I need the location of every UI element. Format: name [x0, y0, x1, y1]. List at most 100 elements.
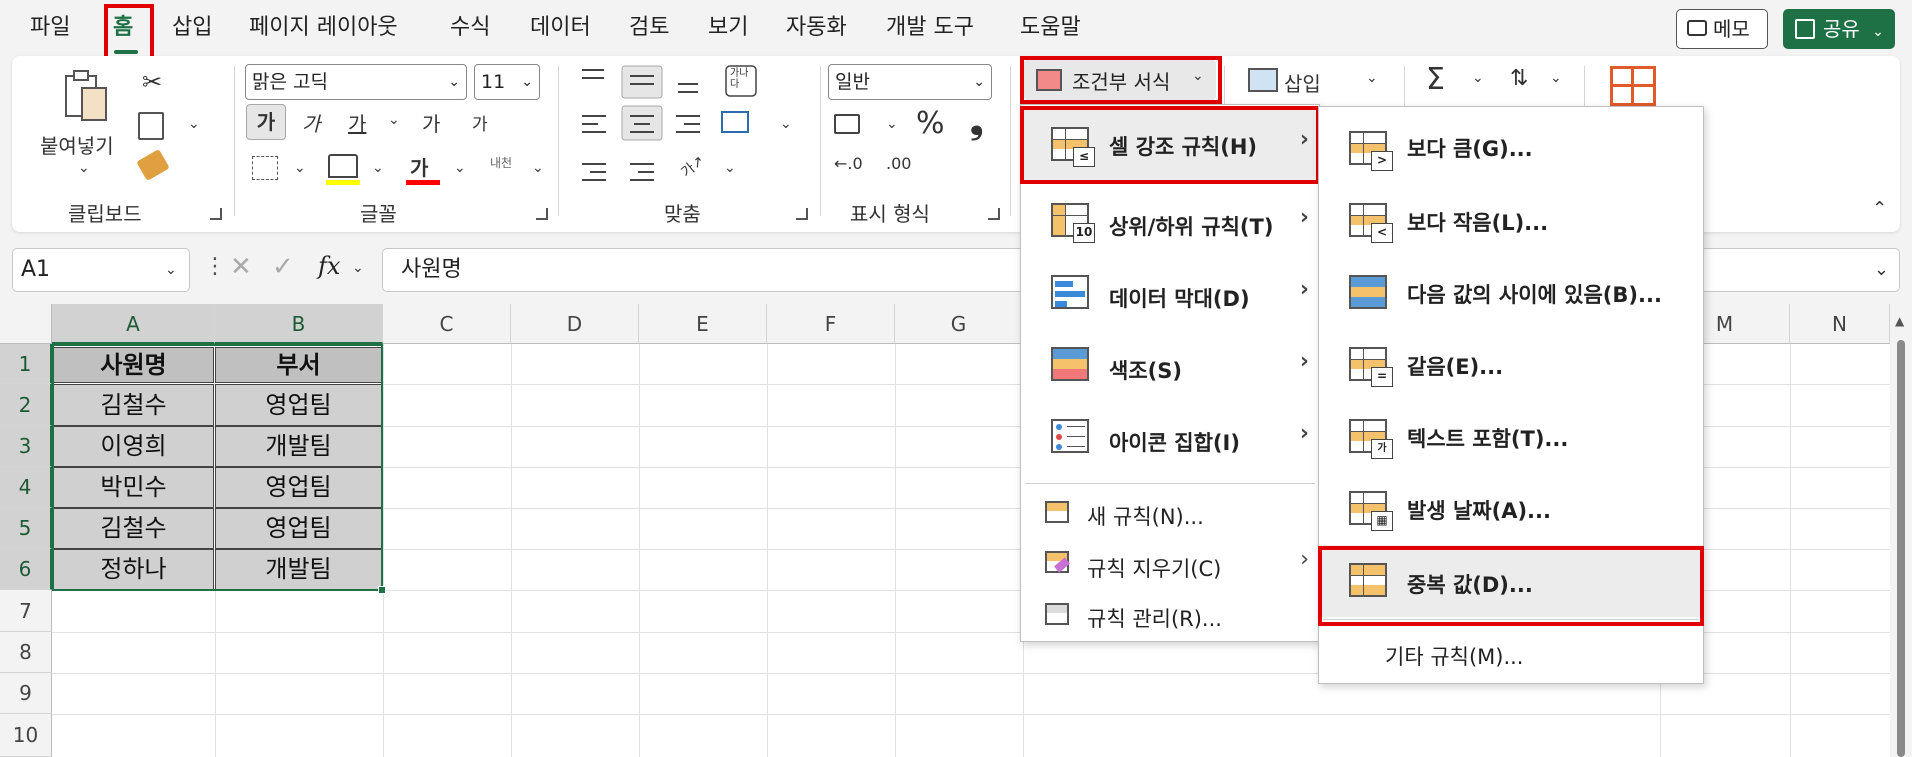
menu-item-less-than[interactable]: < 보다 작음(L)... [1319, 183, 1703, 255]
row-header-3[interactable]: 3 [0, 426, 52, 467]
sort-filter-dropdown[interactable]: ⌄ [1550, 70, 1562, 86]
menu-item-text-contains[interactable]: 가 텍스트 포함(T)... [1319, 399, 1703, 471]
insert-cells-icon[interactable] [1248, 68, 1278, 92]
more-options-icon[interactable]: ⋮ [204, 254, 226, 279]
menu-item-clear-rules[interactable]: 규칙 지우기(C) › [1021, 539, 1319, 591]
border-icon[interactable] [252, 156, 278, 180]
fill-color-dropdown[interactable]: ⌄ [372, 160, 384, 176]
shrink-font-button[interactable]: 가 [472, 110, 488, 135]
enter-icon[interactable]: ✓ [272, 252, 294, 282]
font-size-combo[interactable]: 11 ⌄ [474, 64, 540, 100]
font-color-button[interactable]: 가 [410, 152, 428, 181]
row-header-7[interactable]: 7 [0, 590, 52, 632]
cell-b4[interactable]: 영업팀 [215, 467, 382, 508]
font-launcher[interactable] [536, 208, 548, 220]
decrease-decimal-button[interactable]: .00 [886, 156, 911, 172]
column-header-c[interactable]: C [383, 304, 511, 344]
insert-function-button[interactable]: fx [318, 252, 340, 280]
font-name-combo[interactable]: 맑은 고딕 ⌄ [245, 64, 467, 100]
add-ins-icon[interactable] [1610, 66, 1656, 106]
column-header-d[interactable]: D [511, 304, 639, 344]
column-header-b[interactable]: B [215, 304, 383, 344]
currency-icon[interactable] [834, 114, 860, 134]
tab-file[interactable]: 파일 [30, 10, 70, 46]
menu-item-icon-sets[interactable]: 아이콘 집합(I) › [1021, 401, 1319, 473]
font-color-dropdown[interactable]: ⌄ [454, 160, 466, 176]
row-header-6[interactable]: 6 [0, 549, 52, 590]
row-header-4[interactable]: 4 [0, 467, 52, 508]
cancel-icon[interactable]: ✕ [230, 252, 252, 282]
menu-item-equal-to[interactable]: = 같음(E)... [1319, 327, 1703, 399]
tab-automate[interactable]: 자동화 [786, 10, 847, 46]
orientation-button[interactable]: 가나다 [730, 68, 756, 90]
menu-item-manage-rules[interactable]: 규칙 관리(R)... [1021, 591, 1319, 641]
column-header-g[interactable]: G [895, 304, 1023, 344]
menu-item-between[interactable]: 다음 값의 사이에 있음(B)... [1319, 255, 1703, 327]
paste-dropdown[interactable]: ⌄ [78, 160, 90, 176]
tab-developer[interactable]: 개발 도구 [886, 10, 974, 46]
underline-button[interactable]: 가 [348, 108, 366, 137]
cut-icon[interactable]: ✂ [142, 68, 162, 96]
fill-color-icon[interactable] [328, 154, 358, 178]
underline-dropdown[interactable]: ⌄ [388, 112, 400, 128]
number-format-combo[interactable]: 일반 ⌄ [828, 64, 992, 100]
comma-button[interactable]: ❟ [970, 102, 983, 142]
name-box[interactable]: A1 ⌄ [12, 248, 190, 292]
cell-a6[interactable]: 정하나 [53, 549, 214, 590]
cell-a3[interactable]: 이영희 [53, 426, 214, 467]
row-header-10[interactable]: 10 [0, 714, 52, 757]
insert-cells-button[interactable]: 삽입 [1284, 68, 1321, 97]
tab-help[interactable]: 도움말 [1020, 10, 1081, 46]
autosum-dropdown[interactable]: ⌄ [1472, 70, 1484, 86]
scroll-up-icon[interactable]: ▲ [1895, 314, 1904, 328]
tab-view[interactable]: 보기 [708, 10, 748, 46]
vertical-scrollbar[interactable]: ▲ [1890, 304, 1912, 757]
row-header-8[interactable]: 8 [0, 632, 52, 673]
fill-handle[interactable] [378, 586, 386, 594]
collapse-ribbon-icon[interactable]: ⌄ [1872, 196, 1887, 217]
alignment-launcher[interactable] [796, 208, 808, 220]
menu-item-greater-than[interactable]: > 보다 큼(G)... [1319, 111, 1703, 183]
row-header-9[interactable]: 9 [0, 673, 52, 714]
phonetic-button[interactable]: 내천 [490, 154, 512, 171]
sort-filter-icon[interactable]: ⇅ [1510, 66, 1528, 91]
menu-item-more-rules[interactable]: 기타 규칙(M)... [1319, 625, 1703, 681]
phonetic-dropdown[interactable]: ⌄ [532, 160, 544, 176]
orientation-dropdown[interactable]: ⌄ [724, 160, 736, 176]
menu-item-date-occurring[interactable]: ▦ 발생 날짜(A)... [1319, 471, 1703, 543]
tab-page-layout[interactable]: 페이지 레이아웃 [249, 10, 398, 46]
cell-a1[interactable]: 사원명 [53, 347, 214, 383]
copy-icon[interactable] [138, 112, 164, 140]
insert-cells-dropdown[interactable]: ⌄ [1366, 70, 1378, 86]
format-painter-icon[interactable] [136, 148, 170, 182]
tab-formulas[interactable]: 수식 [450, 10, 490, 46]
tab-review[interactable]: 검토 [629, 10, 669, 46]
number-launcher[interactable] [988, 208, 1000, 220]
row-header-5[interactable]: 5 [0, 508, 52, 549]
menu-item-top-bottom-rules[interactable]: 10 상위/하위 규칙(T) › [1021, 187, 1319, 257]
column-header-n[interactable]: N [1790, 304, 1890, 344]
paste-button[interactable]: 붙여넣기 [40, 130, 114, 159]
share-button[interactable]: 공유 ⌄ [1783, 9, 1895, 49]
cell-a4[interactable]: 박민수 [53, 467, 214, 508]
column-header-e[interactable]: E [639, 304, 767, 344]
merge-dropdown[interactable]: ⌄ [780, 116, 792, 132]
increase-decimal-button[interactable]: ←.0 [834, 156, 863, 172]
memo-button[interactable]: 메모 [1676, 9, 1768, 49]
cell-b6[interactable]: 개발팀 [215, 549, 382, 590]
select-all-corner[interactable] [0, 304, 52, 344]
column-header-f[interactable]: F [767, 304, 895, 344]
percent-button[interactable]: % [916, 106, 945, 141]
column-header-a[interactable]: A [52, 304, 215, 344]
cell-a2[interactable]: 김철수 [53, 384, 214, 426]
cell-b5[interactable]: 영업팀 [215, 508, 382, 549]
border-dropdown[interactable]: ⌄ [294, 160, 306, 176]
cell-b1[interactable]: 부서 [215, 347, 382, 383]
row-header-1[interactable]: 1 [0, 344, 52, 384]
italic-button[interactable]: 가 [302, 108, 320, 137]
menu-item-color-scales[interactable]: 색조(S) › [1021, 329, 1319, 401]
cell-b3[interactable]: 개발팀 [215, 426, 382, 467]
scroll-thumb[interactable] [1897, 340, 1905, 757]
bold-button[interactable]: 가 [246, 104, 286, 140]
grow-font-button[interactable]: 가 [422, 108, 440, 137]
